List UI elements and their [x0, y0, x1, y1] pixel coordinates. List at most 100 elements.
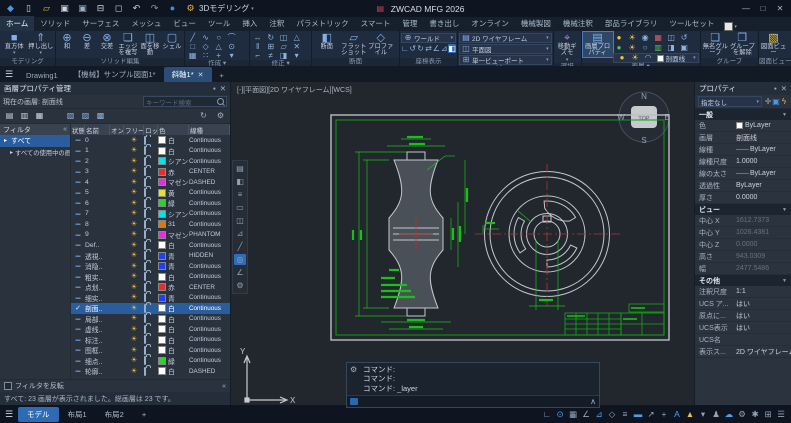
vt-measure-icon[interactable]: ∠	[234, 267, 246, 278]
layer-state-icon[interactable]: ▣	[678, 43, 691, 52]
transparency-icon[interactable]: ▬	[632, 408, 644, 420]
layer-on-icon[interactable]: ●	[613, 33, 626, 42]
freeze-sun-icon[interactable]: ☀	[124, 294, 144, 301]
unlock-icon[interactable]	[144, 368, 158, 375]
collapse-icon[interactable]: «	[63, 126, 67, 133]
ribbon-tab-ビュー[interactable]: ビュー	[167, 16, 202, 31]
color-cell[interactable]: 31	[158, 220, 189, 228]
scale-dropdown-icon[interactable]: ▾	[697, 408, 709, 420]
view-dropdown-1[interactable]: ◫平面図▾	[459, 44, 552, 54]
open-folder-icon[interactable]: ▱	[40, 4, 53, 13]
unlock-icon[interactable]	[144, 137, 158, 144]
color-cell[interactable]: 白	[158, 345, 189, 355]
layout-tab-モデル[interactable]: モデル	[18, 407, 59, 422]
linetype-cell[interactable]: Continuous	[189, 347, 230, 354]
ribbon-tab-メッシュ[interactable]: メッシュ	[125, 16, 167, 31]
linetype-cell[interactable]: DASHED	[189, 179, 230, 186]
unlock-icon[interactable]	[144, 221, 158, 228]
color-cell[interactable]: 白	[158, 272, 189, 282]
region-icon[interactable]: +	[212, 51, 225, 60]
freeze-sun-icon[interactable]: ☀	[124, 200, 144, 207]
ucs-world-icon[interactable]: ◧	[448, 44, 456, 53]
color-cell[interactable]: 青	[158, 261, 189, 271]
command-line-panel[interactable]: ⚙ コマンド:コマンド:コマンド: _layer ∧	[346, 362, 600, 408]
property-row-透過性[interactable]: 透過性ByLayer	[695, 180, 791, 192]
linetype-cell[interactable]: Continuous	[189, 294, 230, 301]
freeze-sun-icon[interactable]: ☀	[124, 336, 144, 343]
property-row-色[interactable]: 色ByLayer	[695, 120, 791, 132]
layout-tab-+[interactable]: +	[133, 408, 155, 421]
ucs-icon[interactable]: ∟	[401, 44, 409, 53]
notify-icon[interactable]: ✱	[749, 408, 761, 420]
color-cell[interactable]: 赤	[158, 167, 189, 177]
statusbar-menu-icon[interactable]: ☰	[775, 408, 787, 420]
ribbon-tab-書き出し[interactable]: 書き出し	[423, 16, 465, 31]
donut-icon[interactable]: ⊙	[225, 42, 238, 51]
vt-copy-icon[interactable]: ◫	[234, 215, 246, 226]
linetype-cell[interactable]: DASHED	[189, 368, 230, 375]
viewport-controls-label[interactable]: [-][平面図][2D ワイヤフレーム][WCS]	[237, 85, 352, 95]
doc-menu-icon[interactable]: ☰	[0, 69, 18, 80]
ellipse-icon[interactable]: ◇	[199, 42, 212, 51]
section-header-一般[interactable]: 一般▼	[695, 109, 791, 120]
property-row-UCS名[interactable]: UCS名	[695, 334, 791, 346]
copy-icon[interactable]: ◫	[277, 33, 290, 42]
freeze-sun-icon[interactable]: ☀	[124, 147, 144, 154]
unlock-icon[interactable]	[144, 189, 158, 196]
unlock-icon[interactable]	[144, 294, 158, 301]
freeze-sun-icon[interactable]: ☀	[124, 263, 144, 270]
solid-edit-1[interactable]: ⊖差	[77, 32, 97, 50]
freeze-sun-icon[interactable]: ☀	[124, 252, 144, 259]
vt-angle-icon[interactable]: ⊿	[234, 228, 246, 239]
linetype-cell[interactable]: HIDDEN	[189, 252, 230, 259]
explode-icon[interactable]: ◨	[277, 51, 290, 60]
color-cell[interactable]: 赤	[158, 282, 189, 292]
solid-edit-2[interactable]: ⊗交差	[97, 32, 117, 50]
quick-select-icon[interactable]: ϟ	[780, 97, 788, 106]
freeze-sun-icon[interactable]: ☀	[124, 273, 144, 280]
freeze-sun-icon[interactable]: ☀	[124, 168, 144, 175]
vt-gear-icon[interactable]: ⚙	[234, 280, 246, 291]
vt-line-icon[interactable]: ╱	[234, 241, 246, 252]
unlock-icon[interactable]	[144, 305, 158, 312]
layout-tab-布局1[interactable]: 布局1	[59, 407, 96, 422]
property-row-線種尺度[interactable]: 線種尺度1.0000	[695, 156, 791, 168]
otrack-icon[interactable]: ◇	[606, 408, 618, 420]
unlock-icon[interactable]	[144, 252, 158, 259]
selection-dropdown[interactable]: 指定なし▾	[698, 96, 762, 107]
layer-row-1[interactable]: ▬1☀白Continuous	[71, 146, 230, 157]
vt-target-icon[interactable]: ◎	[234, 254, 246, 265]
layer-lock-icon[interactable]: ◉	[639, 33, 652, 42]
property-row-線の太さ[interactable]: 線の太さ——ByLayer	[695, 168, 791, 180]
color-cell[interactable]: 白	[158, 335, 189, 345]
select-objects-icon[interactable]: ▣	[772, 97, 780, 106]
unlock-icon[interactable]	[144, 336, 158, 343]
layer-row-9[interactable]: ▬9☀マゼンタPHANTOM	[71, 230, 230, 241]
save-icon[interactable]: ▣	[58, 4, 71, 13]
arc-icon[interactable]: ⌒	[225, 33, 238, 42]
settings-gear-icon[interactable]: ⚙	[214, 112, 227, 121]
freeze-sun-icon[interactable]: ☀	[124, 179, 144, 186]
section-2[interactable]: ◇プロファイル	[367, 32, 394, 57]
view-cube[interactable]: N S W E TOP	[617, 92, 669, 145]
layer-dropdown[interactable]: ●☀◠ 剖面线▾	[613, 53, 699, 63]
column-header-線種[interactable]: 線種	[189, 125, 230, 135]
layout-tab-布局2[interactable]: 布局2	[96, 407, 133, 422]
close-icon[interactable]: ✕	[781, 84, 787, 93]
freeze-sun-icon[interactable]: ☀	[124, 137, 144, 144]
linetype-cell[interactable]: Continuous	[189, 326, 230, 333]
column-header-状態[interactable]: 状態	[71, 125, 85, 135]
unlock-icon[interactable]	[144, 347, 158, 354]
ucs-origin-icon[interactable]: ↺	[409, 44, 417, 53]
layer-freeze-icon[interactable]: ☀	[626, 33, 639, 42]
freeze-sun-icon[interactable]: ☀	[124, 315, 144, 322]
snap-icon[interactable]: ⊙	[554, 408, 566, 420]
command-collapse-icon[interactable]: ∧	[590, 397, 596, 406]
property-row-線種[interactable]: 線種——ByLayer	[695, 144, 791, 156]
layer-color-icon[interactable]: ▦	[652, 33, 665, 42]
gear-icon[interactable]: ⚙	[736, 408, 748, 420]
save-all-icon[interactable]: ▣	[76, 4, 89, 13]
ribbon-tab-パラメトリック[interactable]: パラメトリック	[290, 16, 354, 31]
layer-off-icon[interactable]: ○	[639, 43, 652, 52]
section-0[interactable]: ◧断面	[313, 32, 340, 50]
